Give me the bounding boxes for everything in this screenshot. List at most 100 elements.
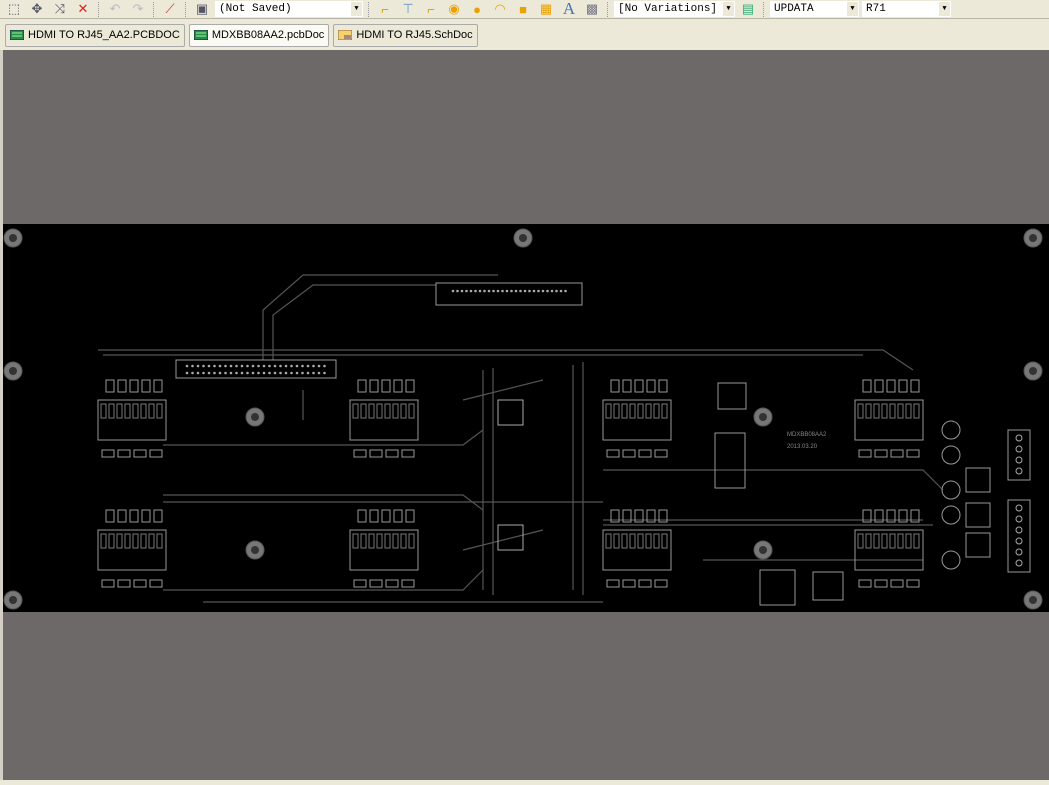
pin — [496, 289, 500, 293]
select-connected-icon[interactable]: ⤨ — [50, 1, 70, 18]
tab-hdmi-pcbdoc[interactable]: HDMI TO RJ45_AA2.PCBDOC — [5, 23, 185, 47]
pin — [290, 364, 293, 368]
component-combo-value: R71 — [866, 3, 886, 15]
pcb-doc-icon — [193, 30, 208, 40]
filter-combo[interactable]: (Not Saved) ▼ — [215, 1, 363, 17]
string-icon[interactable]: A — [559, 0, 579, 18]
pin — [492, 289, 495, 293]
polygon-icon[interactable]: ▦ — [536, 1, 556, 18]
mounting-hole-drill — [9, 596, 17, 604]
variations-combo-value: [No Variations] — [618, 3, 718, 15]
browse-icon[interactable]: ▣ — [192, 1, 212, 18]
chevron-down-icon[interactable]: ▼ — [847, 2, 858, 16]
pin — [235, 371, 238, 375]
pin — [273, 364, 277, 368]
pin — [218, 364, 222, 368]
fill-icon[interactable]: ■ — [513, 1, 533, 18]
board-name-silk: MDXBB08AA2 — [787, 432, 827, 438]
pin — [235, 364, 238, 368]
mounting-hole-drill — [759, 413, 767, 421]
pin — [196, 371, 200, 375]
move-icon[interactable]: ✥ — [27, 1, 47, 18]
pin — [295, 371, 299, 375]
mounting-hole-drill — [251, 413, 259, 421]
pin — [257, 364, 260, 368]
pin — [229, 371, 233, 375]
pin — [191, 371, 194, 375]
redo-icon[interactable]: ↷ — [128, 1, 148, 18]
pin — [317, 364, 321, 368]
wand-icon[interactable]: ⟋ — [160, 1, 180, 18]
chevron-down-icon[interactable]: ▼ — [939, 2, 950, 16]
pin — [251, 364, 255, 368]
mounting-hole-drill — [251, 546, 259, 554]
mounting-hole-drill — [1029, 596, 1037, 604]
toolbar: ⬚ ✥ ⤨ ✕ ↶ ↷ ⟋ ▣ (Not Saved) ▼ ⌐ ⊤ ⌐ ◉ ● ◠… — [0, 0, 1049, 19]
pcb-canvas[interactable]: MDXBB08AA2 2013.03.20 — [3, 50, 1049, 780]
variations-combo[interactable]: [No Variations] ▼ — [614, 1, 735, 17]
route-diff-icon[interactable]: ⊤ — [398, 1, 418, 18]
tab-label: MDXBB08AA2.pcbDoc — [211, 29, 325, 41]
route-icon[interactable]: ⌐ — [375, 1, 395, 18]
pin — [474, 289, 477, 293]
undo-icon[interactable]: ↶ — [105, 1, 125, 18]
pin — [550, 289, 554, 293]
chevron-down-icon[interactable]: ▼ — [351, 2, 362, 16]
pad-icon[interactable]: ● — [467, 1, 487, 18]
pin — [528, 289, 531, 293]
sch-doc-icon — [338, 30, 353, 40]
mounting-hole-drill — [9, 367, 17, 375]
pin — [505, 289, 509, 293]
pcb-variant-icon[interactable]: ▤ — [738, 1, 758, 18]
pin — [290, 371, 293, 375]
pin — [546, 289, 549, 293]
pin — [483, 289, 486, 293]
pin — [240, 371, 244, 375]
tab-label: HDMI TO RJ45_AA2.PCBDOC — [28, 29, 180, 41]
pin — [465, 289, 468, 293]
pin — [519, 289, 522, 293]
pin — [284, 371, 288, 375]
chevron-down-icon[interactable]: ▼ — [723, 2, 734, 16]
pin — [224, 364, 227, 368]
net-combo-value: UPDATA — [774, 3, 814, 15]
pin — [537, 289, 540, 293]
pin — [202, 371, 205, 375]
tab-hdmi-schdoc[interactable]: HDMI TO RJ45.SchDoc — [333, 23, 478, 47]
pcb-doc-icon — [10, 30, 24, 40]
pin — [295, 364, 299, 368]
select-rect-icon[interactable]: ⬚ — [4, 1, 24, 18]
via-icon[interactable]: ◉ — [444, 1, 464, 18]
clear-filter-icon[interactable]: ✕ — [73, 1, 93, 18]
pin — [279, 364, 282, 368]
pin — [306, 364, 310, 368]
pin — [564, 289, 567, 293]
pin — [532, 289, 536, 293]
pin — [196, 364, 200, 368]
arc-icon[interactable]: ◠ — [490, 1, 510, 18]
component-combo[interactable]: R71 ▼ — [862, 1, 951, 17]
pin — [514, 289, 518, 293]
pin — [185, 364, 189, 368]
filter-combo-value: (Not Saved) — [219, 3, 292, 15]
pin — [460, 289, 464, 293]
status-strip — [0, 780, 1049, 785]
pin — [301, 371, 304, 375]
component-icon[interactable]: ▩ — [582, 1, 602, 18]
pin — [323, 371, 326, 375]
pin — [213, 364, 216, 368]
pin — [279, 371, 282, 375]
pin — [301, 364, 304, 368]
document-tabs: HDMI TO RJ45_AA2.PCBDOC MDXBB08AA2.pcbDo… — [0, 20, 1049, 50]
tab-mdxbb08aa2-pcbdoc[interactable]: MDXBB08AA2.pcbDoc — [188, 23, 330, 47]
pin — [456, 289, 459, 293]
pin — [262, 364, 266, 368]
pin — [478, 289, 482, 293]
multi-route-icon[interactable]: ⌐ — [421, 1, 441, 18]
pin — [262, 371, 266, 375]
pcb-board-view[interactable]: MDXBB08AA2 2013.03.20 — [3, 50, 1049, 780]
pin — [207, 364, 211, 368]
net-combo[interactable]: UPDATA ▼ — [770, 1, 859, 17]
pin — [312, 371, 315, 375]
board-date-silk: 2013.03.20 — [787, 444, 818, 450]
